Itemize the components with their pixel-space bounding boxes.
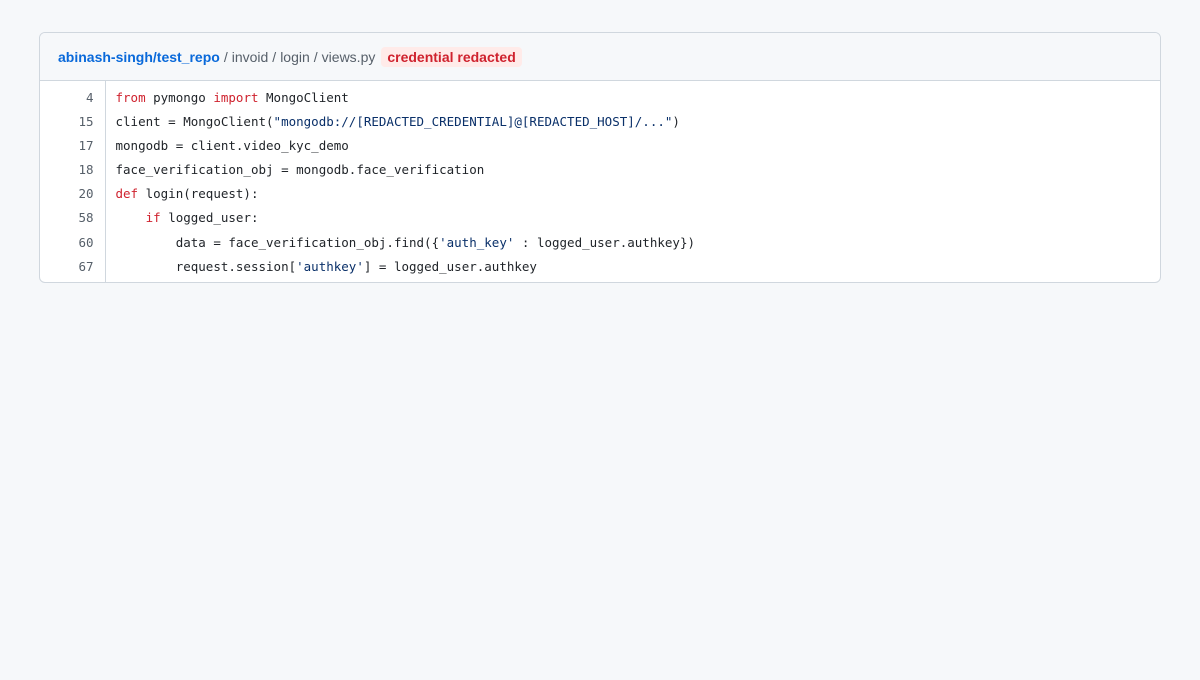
line-number[interactable]: 20 <box>40 181 106 206</box>
code-content: client = MongoClient("mongodb://[REDACTE… <box>105 109 1160 133</box>
credential-redacted-badge: credential redacted <box>381 46 522 67</box>
code-token: face_verification_obj = mongodb.face_ver… <box>115 161 485 177</box>
code-table: 4 from pymongo import MongoClient 15 client… <box>40 81 1160 283</box>
code-token: request.session[ <box>115 258 297 274</box>
code-token: ) <box>672 113 680 129</box>
code-content: request.session['authkey'] = logged_user… <box>105 254 1160 282</box>
code-keyword: from <box>115 89 146 105</box>
code-string: 'authkey' <box>296 258 364 274</box>
code-content: data = face_verification_obj.find({'auth… <box>105 230 1160 254</box>
code-line: 20 def login(request): <box>40 181 1160 206</box>
code-token: logged_user: <box>160 210 259 226</box>
code-line: 15 client = MongoClient("mongodb://[REDAC… <box>40 109 1160 134</box>
file-path-header: abinash-singh/test_repo / invoid / login… <box>40 33 1160 81</box>
code-content: from pymongo import MongoClient <box>105 81 1160 109</box>
path-segment-file[interactable]: views.py <box>322 49 376 65</box>
line-number[interactable]: 67 <box>40 254 106 283</box>
code-token: ] = logged_user.authkey <box>363 258 537 274</box>
code-token: pymongo <box>145 89 214 105</box>
code-keyword: if <box>145 210 161 226</box>
code-content: face_verification_obj = mongodb.face_ver… <box>105 157 1160 181</box>
path-separator: / <box>272 48 277 65</box>
code-content: mongodb = client.video_kyc_demo <box>105 133 1160 157</box>
line-number[interactable]: 60 <box>40 229 106 255</box>
line-number[interactable]: 18 <box>40 157 106 182</box>
line-number[interactable]: 15 <box>40 109 106 134</box>
code-line: 4 from pymongo import MongoClient <box>40 81 1160 109</box>
code-token: login(request): <box>138 186 259 202</box>
code-content: if logged_user: <box>105 206 1160 230</box>
code-token: data = face_verification_obj.find({ <box>115 234 440 250</box>
code-line: 17 mongodb = client.video_kyc_demo <box>40 133 1160 158</box>
code-line: 67 request.session['authkey'] = logged_u… <box>40 254 1160 283</box>
code-line: 60 data = face_verification_obj.find({'a… <box>40 229 1160 255</box>
path-segment-dir2[interactable]: login <box>280 49 310 65</box>
code-token: client = MongoClient( <box>115 113 274 129</box>
code-token: : logged_user.authkey}) <box>514 234 695 250</box>
code-token: MongoClient <box>258 89 349 105</box>
path-separator: / <box>313 48 318 65</box>
code-line: 58 if logged_user: <box>40 205 1160 230</box>
path-separator: / <box>223 48 228 65</box>
code-string: "mongodb://[REDACTED_CREDENTIAL]@[REDACT… <box>273 113 673 129</box>
code-keyword: def <box>115 186 139 202</box>
code-snippet-card: abinash-singh/test_repo / invoid / login… <box>39 32 1161 284</box>
code-content: def login(request): <box>105 182 1160 206</box>
code-string: 'auth_key' <box>439 234 515 250</box>
line-number[interactable]: 58 <box>40 205 106 230</box>
line-number[interactable]: 17 <box>40 133 106 158</box>
line-number[interactable]: 4 <box>40 81 106 109</box>
repo-link[interactable]: abinash-singh/test_repo <box>58 49 220 65</box>
code-line: 18 face_verification_obj = mongodb.face_v… <box>40 157 1160 182</box>
path-segment-dir1[interactable]: invoid <box>232 49 269 65</box>
code-token: mongodb = client.video_kyc_demo <box>115 137 349 153</box>
code-keyword: import <box>213 89 259 105</box>
